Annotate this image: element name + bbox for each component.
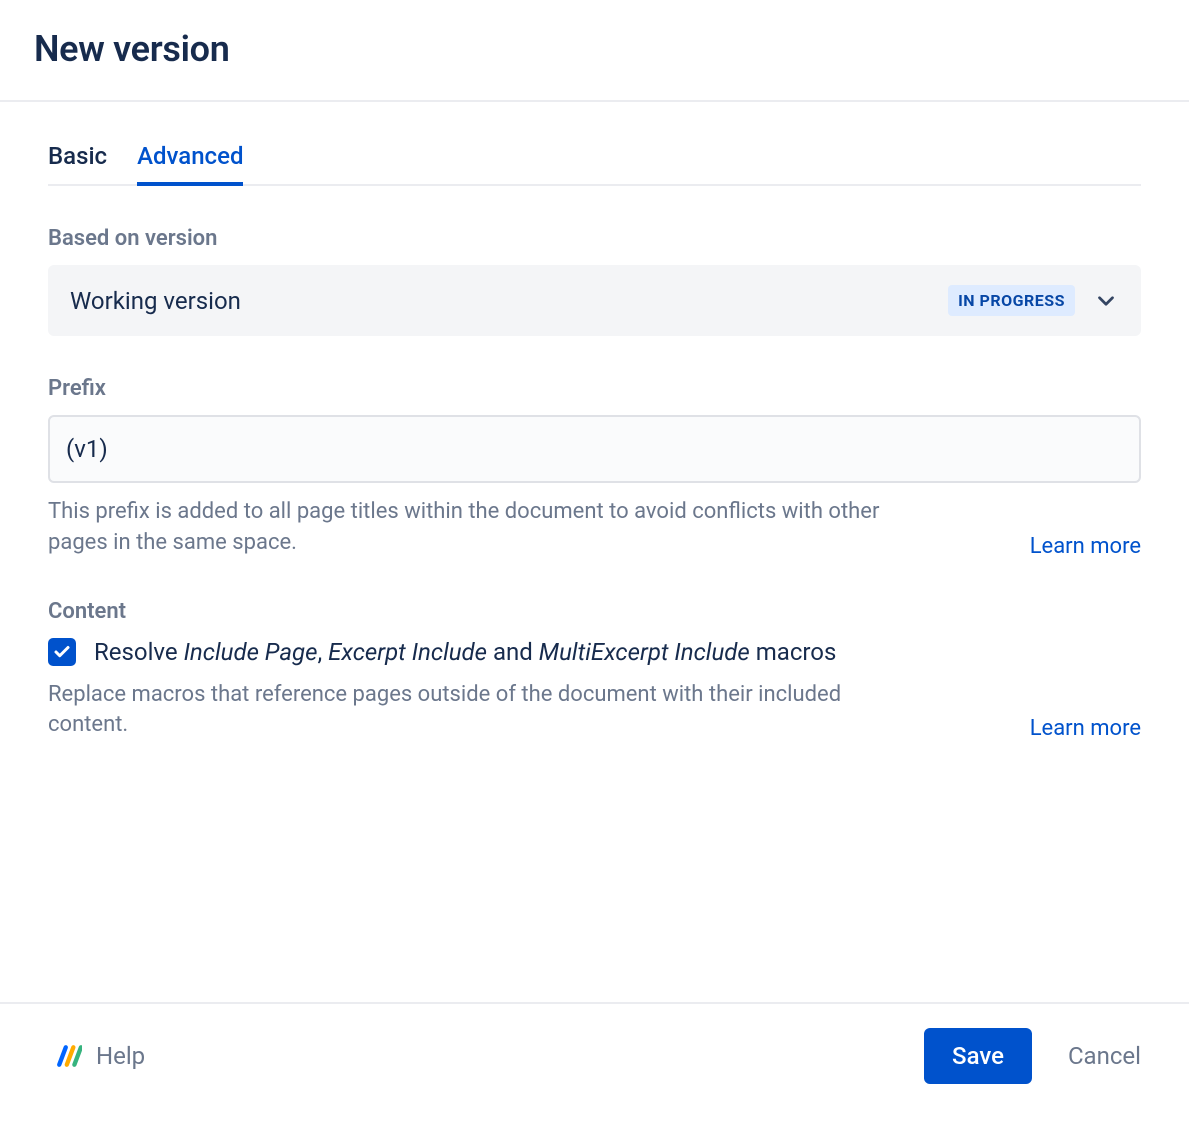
based-on-value: Working version <box>70 287 241 315</box>
prefix-label: Prefix <box>48 376 1141 401</box>
check-icon <box>53 643 71 661</box>
save-button[interactable]: Save <box>924 1028 1032 1084</box>
content-help-row: Replace macros that reference pages outs… <box>48 680 1141 742</box>
content-learn-more-link[interactable]: Learn more <box>1030 716 1141 741</box>
based-on-right: IN PROGRESS <box>948 285 1119 316</box>
tab-basic[interactable]: Basic <box>48 142 107 184</box>
dialog-footer: Help Save Cancel <box>0 1002 1189 1136</box>
cb-text-post: macros <box>750 638 837 666</box>
prefix-help-row: This prefix is added to all page titles … <box>48 497 1141 559</box>
cb-text-em1: Include Page <box>184 638 318 666</box>
prefix-learn-more-link[interactable]: Learn more <box>1030 534 1141 559</box>
cb-text-em3: MultiExcerpt Include <box>539 638 750 666</box>
cb-text-pre: Resolve <box>94 638 184 666</box>
dialog-content: Basic Advanced Based on version Working … <box>0 102 1189 1002</box>
content-label: Content <box>48 599 1141 624</box>
cb-text-sep1: , <box>317 638 328 666</box>
resolve-macros-checkbox[interactable] <box>48 638 76 666</box>
help-label: Help <box>96 1042 145 1070</box>
footer-buttons: Save Cancel <box>924 1028 1141 1084</box>
resolve-macros-label: Resolve Include Page, Excerpt Include an… <box>94 638 836 666</box>
cb-text-sep2: and <box>487 638 539 666</box>
based-on-select[interactable]: Working version IN PROGRESS <box>48 265 1141 336</box>
dialog-title: New version <box>34 28 1155 70</box>
chevron-down-icon <box>1093 288 1119 314</box>
cancel-button[interactable]: Cancel <box>1068 1042 1141 1070</box>
tab-bar: Basic Advanced <box>48 142 1141 186</box>
resolve-macros-row: Resolve Include Page, Excerpt Include an… <box>48 638 1141 666</box>
dialog-header: New version <box>0 0 1189 102</box>
prefix-help-text: This prefix is added to all page titles … <box>48 497 898 559</box>
content-field: Content Resolve Include Page, Excerpt In… <box>48 599 1141 742</box>
help-icon <box>56 1043 82 1069</box>
tab-advanced[interactable]: Advanced <box>137 142 243 184</box>
content-help-text: Replace macros that reference pages outs… <box>48 680 898 742</box>
based-on-label: Based on version <box>48 226 1141 251</box>
prefix-field: Prefix This prefix is added to all page … <box>48 376 1141 559</box>
based-on-field: Based on version Working version IN PROG… <box>48 226 1141 336</box>
cb-text-em2: Excerpt Include <box>328 638 487 666</box>
prefix-input[interactable] <box>48 415 1141 483</box>
status-badge: IN PROGRESS <box>948 285 1075 316</box>
help-link[interactable]: Help <box>56 1042 145 1070</box>
